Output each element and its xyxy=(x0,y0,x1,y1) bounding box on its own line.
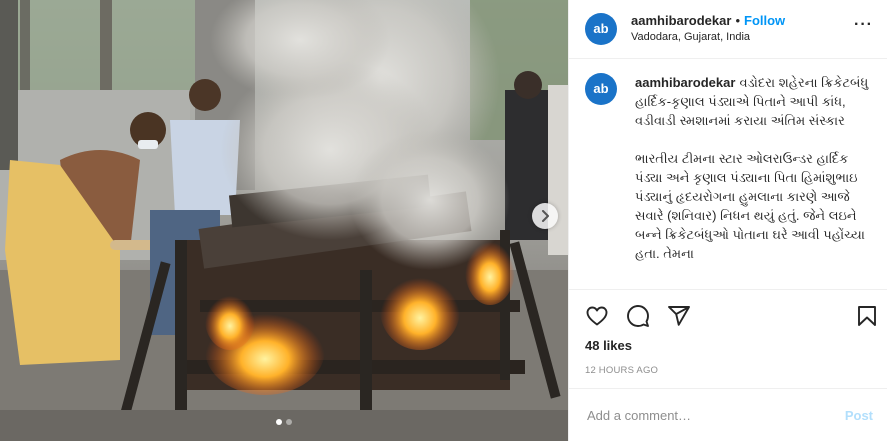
post-comment-button[interactable]: Post xyxy=(845,408,873,423)
header-text: aamhibarodekar • Follow Vadodara, Gujarat,… xyxy=(631,12,854,46)
avatar[interactable]: ab xyxy=(585,13,617,45)
post-photo[interactable] xyxy=(0,0,568,441)
caption-avatar[interactable]: ab xyxy=(585,73,617,105)
caption: ab aamhibarodekar વડોદરા શહેરના ક્રિકેટબં… xyxy=(585,73,871,263)
caption-scroll-area[interactable]: ab aamhibarodekar વડોદરા શહેરના ક્રિકેટબં… xyxy=(569,59,887,289)
carousel-dot xyxy=(286,419,292,425)
heart-icon[interactable] xyxy=(585,304,609,328)
follow-button[interactable]: Follow xyxy=(744,13,785,28)
more-options-icon[interactable]: ··· xyxy=(854,16,873,34)
comment-form: Post xyxy=(569,388,887,441)
action-bar xyxy=(569,290,887,342)
carousel-indicator xyxy=(0,419,568,425)
bookmark-icon[interactable] xyxy=(855,304,879,328)
carousel-next-button[interactable] xyxy=(532,203,558,229)
chevron-right-icon xyxy=(542,210,549,222)
post-panel: ab aamhibarodekar • Follow Vadodara, Gujar… xyxy=(568,0,887,441)
speech-bubble-icon[interactable] xyxy=(626,304,650,328)
caption-text: aamhibarodekar વડોદરા શહેરના ક્રિકેટબંધુ … xyxy=(635,73,871,263)
comment-input[interactable] xyxy=(585,406,845,424)
caption-paragraph-2: ભારતીય ટીમના સ્ટાર ઓલરાઉન્ડર હાર્દિક પંડ… xyxy=(635,151,865,261)
carousel-dot xyxy=(276,419,282,425)
likes-count[interactable]: 48 likes xyxy=(569,338,887,353)
instagram-post: ab aamhibarodekar • Follow Vadodara, Gujar… xyxy=(0,0,887,441)
header-username[interactable]: aamhibarodekar xyxy=(631,13,731,28)
header-line: aamhibarodekar • Follow xyxy=(631,12,854,29)
post-header: ab aamhibarodekar • Follow Vadodara, Gujar… xyxy=(569,0,887,59)
paper-plane-icon[interactable] xyxy=(667,304,691,328)
cremation-photo xyxy=(0,0,568,441)
caption-username[interactable]: aamhibarodekar xyxy=(635,75,735,90)
header-separator: • xyxy=(735,13,740,28)
svg-text:ab: ab xyxy=(593,81,608,96)
location-link[interactable]: Vadodara, Gujarat, India xyxy=(631,29,854,46)
post-timestamp[interactable]: 12 HOURS AGO xyxy=(569,365,887,376)
svg-text:ab: ab xyxy=(593,21,608,36)
